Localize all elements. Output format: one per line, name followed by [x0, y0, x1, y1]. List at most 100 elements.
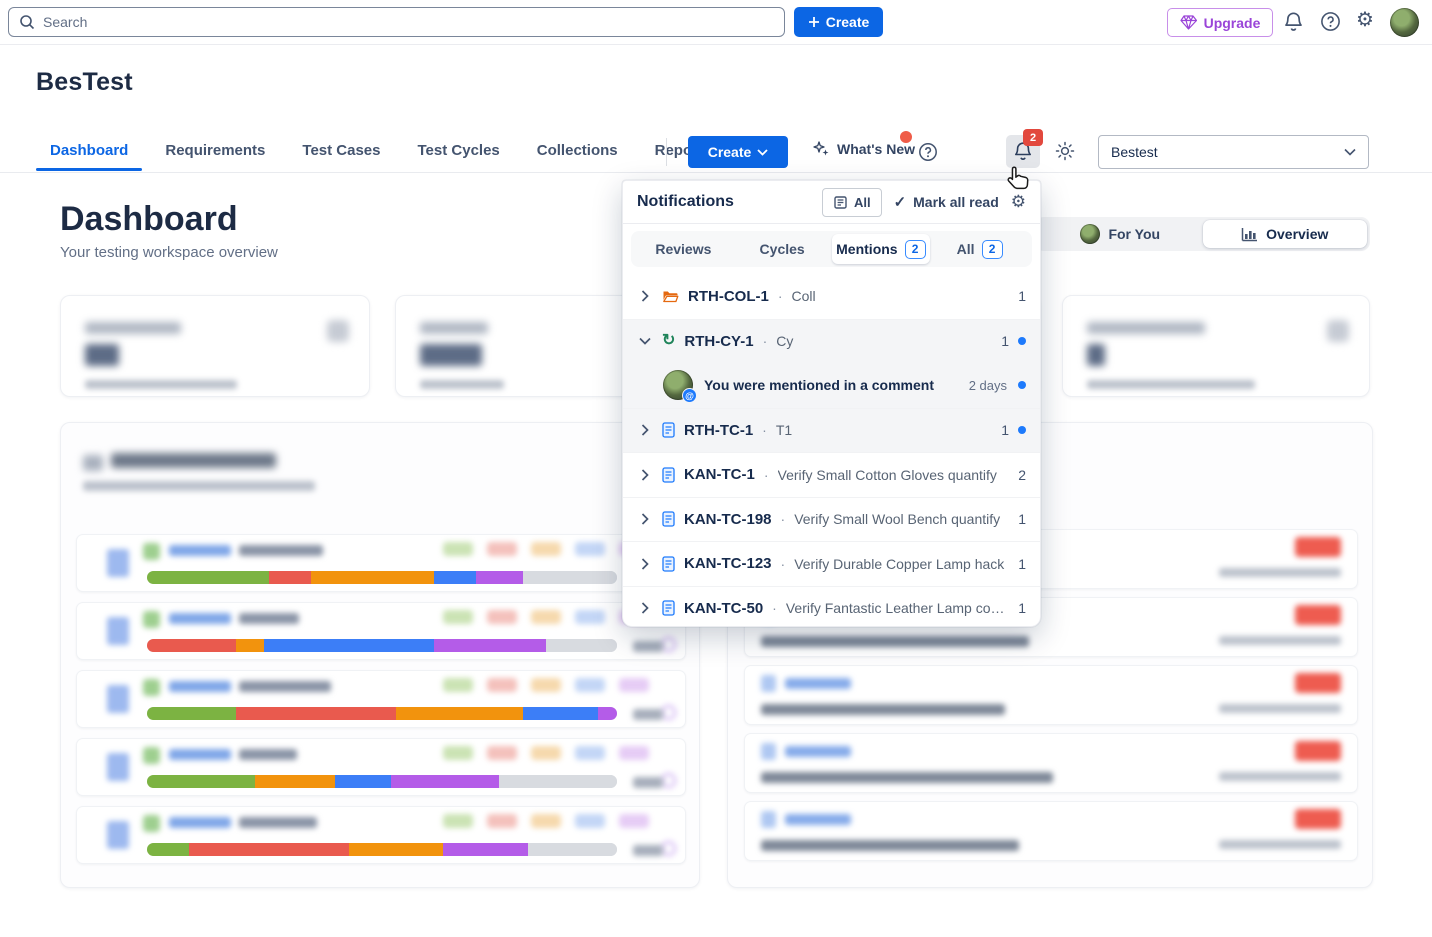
toolbar-help-button[interactable]	[918, 142, 938, 162]
blurred-count-chip	[575, 746, 605, 760]
blurred-last-failed-date	[1219, 704, 1341, 713]
notif-tab-all[interactable]: All2	[930, 234, 1029, 264]
notif-tab-label: Cycles	[760, 241, 805, 257]
avatar	[1080, 224, 1100, 244]
blurred-stat-value	[1087, 344, 1105, 366]
workspace-title: BesTest	[36, 68, 133, 97]
topbar-bell-button[interactable]	[1283, 11, 1304, 33]
tab-test-cycles[interactable]: Test Cycles	[418, 138, 500, 171]
separator: ·	[764, 467, 769, 483]
mark-all-read-button[interactable]: ✓ Mark all read	[894, 193, 999, 211]
upgrade-button[interactable]: Upgrade	[1167, 8, 1273, 37]
notification-key: KAN-TC-198	[684, 511, 772, 528]
global-search[interactable]	[8, 7, 785, 37]
notification-key: KAN-TC-123	[684, 555, 772, 572]
progress-segment	[236, 639, 264, 652]
progress-segment	[546, 639, 617, 652]
notification-row[interactable]: RTH-COL-1 · Coll 1	[623, 274, 1040, 319]
blurred-percent	[633, 709, 663, 720]
create-dropdown-label: Create	[708, 144, 752, 160]
test-cycle-row[interactable]	[76, 602, 686, 660]
blurred-count-chip	[487, 746, 517, 760]
test-case-icon	[662, 467, 675, 483]
failure-row[interactable]	[744, 801, 1358, 861]
notification-row[interactable]: RTH-TC-1 · T1 1	[623, 408, 1040, 453]
progress-segment	[255, 775, 335, 788]
blurred-status-icon	[143, 679, 160, 696]
failure-row[interactable]	[744, 733, 1358, 793]
project-select[interactable]: Bestest	[1098, 135, 1369, 169]
notif-tab-reviews[interactable]: Reviews	[634, 234, 733, 264]
blurred-cycle-name	[239, 749, 297, 760]
tab-test-cases[interactable]: Test Cases	[302, 138, 380, 171]
blurred-stat-title	[1087, 322, 1205, 334]
blurred-test-case-name	[761, 636, 1029, 647]
create-dropdown-button[interactable]: Create	[688, 136, 788, 168]
stat-card-active-cycles[interactable]	[60, 295, 370, 397]
blurred-last-failed-date	[1219, 636, 1341, 645]
whats-new-button[interactable]: What's New	[812, 140, 915, 158]
test-cycle-row[interactable]	[76, 738, 686, 796]
blurred-count-chip	[531, 542, 561, 556]
main-nav-tabs: Dashboard Requirements Test Cases Test C…	[50, 138, 711, 173]
notification-row[interactable]: ↻ RTH-CY-1 · Cy 1	[623, 319, 1040, 364]
progress-segment	[523, 571, 617, 584]
chevron-right-icon[interactable]	[637, 424, 653, 436]
blurred-count-chip	[619, 746, 649, 760]
blurred-status-icon	[143, 747, 160, 764]
global-create-button[interactable]: Create	[794, 7, 883, 37]
stat-card-defects[interactable]	[1062, 295, 1370, 397]
notification-row[interactable]: KAN-TC-123 · Verify Durable Copper Lamp …	[623, 541, 1040, 586]
theme-toggle-button[interactable]	[1055, 141, 1075, 161]
cycle-icon: ↻	[662, 333, 675, 349]
search-input[interactable]	[43, 14, 774, 30]
user-avatar[interactable]	[1390, 8, 1419, 37]
topbar-settings-button[interactable]: ⚙	[1356, 9, 1374, 31]
for-you-toggle[interactable]: For You	[1038, 220, 1203, 248]
dashboard-view-toggle: For You Overview	[1035, 217, 1370, 251]
notif-tab-cycles[interactable]: Cycles	[733, 234, 832, 264]
notification-row[interactable]: KAN-TC-198 · Verify Small Wool Bench qua…	[623, 497, 1040, 542]
blurred-stat-caption	[420, 380, 504, 389]
notification-settings-button[interactable]: ⚙	[1011, 192, 1026, 212]
blurred-cycle-key	[169, 681, 231, 692]
chevron-right-icon[interactable]	[637, 290, 653, 302]
avatar: @	[663, 370, 693, 400]
blurred-count-chip	[619, 814, 649, 828]
topbar-help-button[interactable]	[1320, 11, 1341, 32]
notifications-scope-button[interactable]: All	[822, 188, 882, 217]
top-bar: Create Upgrade ⚙	[0, 0, 1432, 45]
notification-row[interactable]: KAN-TC-50 · Verify Fantastic Leather Lam…	[623, 586, 1040, 631]
separator: ·	[778, 288, 783, 304]
notification-key: RTH-COL-1	[688, 288, 769, 305]
notif-tab-mentions[interactable]: Mentions2	[832, 234, 931, 264]
blurred-count-chip	[487, 610, 517, 624]
chevron-right-icon[interactable]	[637, 469, 653, 481]
failure-row[interactable]	[744, 665, 1358, 725]
chevron-right-icon[interactable]	[637, 513, 653, 525]
bell-icon	[1283, 11, 1304, 33]
test-cycle-row[interactable]	[76, 534, 686, 592]
help-icon	[1320, 11, 1341, 32]
unread-dot	[1018, 337, 1026, 345]
chevron-right-icon[interactable]	[637, 602, 653, 614]
gem-icon	[1180, 15, 1197, 30]
global-create-label: Create	[826, 14, 870, 30]
tab-collections[interactable]: Collections	[537, 138, 618, 171]
blurred-percent	[633, 777, 663, 788]
tab-requirements[interactable]: Requirements	[165, 138, 265, 171]
test-cycle-row[interactable]	[76, 806, 686, 864]
tab-dashboard[interactable]: Dashboard	[50, 138, 128, 171]
notification-row[interactable]: KAN-TC-1 · Verify Small Cotton Gloves qu…	[623, 452, 1040, 497]
blurred-cycle-name	[239, 613, 299, 624]
blurred-count-chip	[487, 542, 517, 556]
blurred-action-icon	[661, 637, 676, 652]
whats-new-label: What's New	[837, 141, 915, 157]
tabs-underline-rule	[0, 172, 1432, 173]
chevron-down-icon[interactable]	[637, 337, 653, 345]
overview-toggle[interactable]: Overview	[1203, 220, 1368, 248]
chevron-right-icon[interactable]	[637, 558, 653, 570]
notification-mention-item[interactable]: @ You were mentioned in a comment 2 days	[623, 363, 1040, 408]
progress-segment	[476, 571, 523, 584]
test-cycle-row[interactable]	[76, 670, 686, 728]
